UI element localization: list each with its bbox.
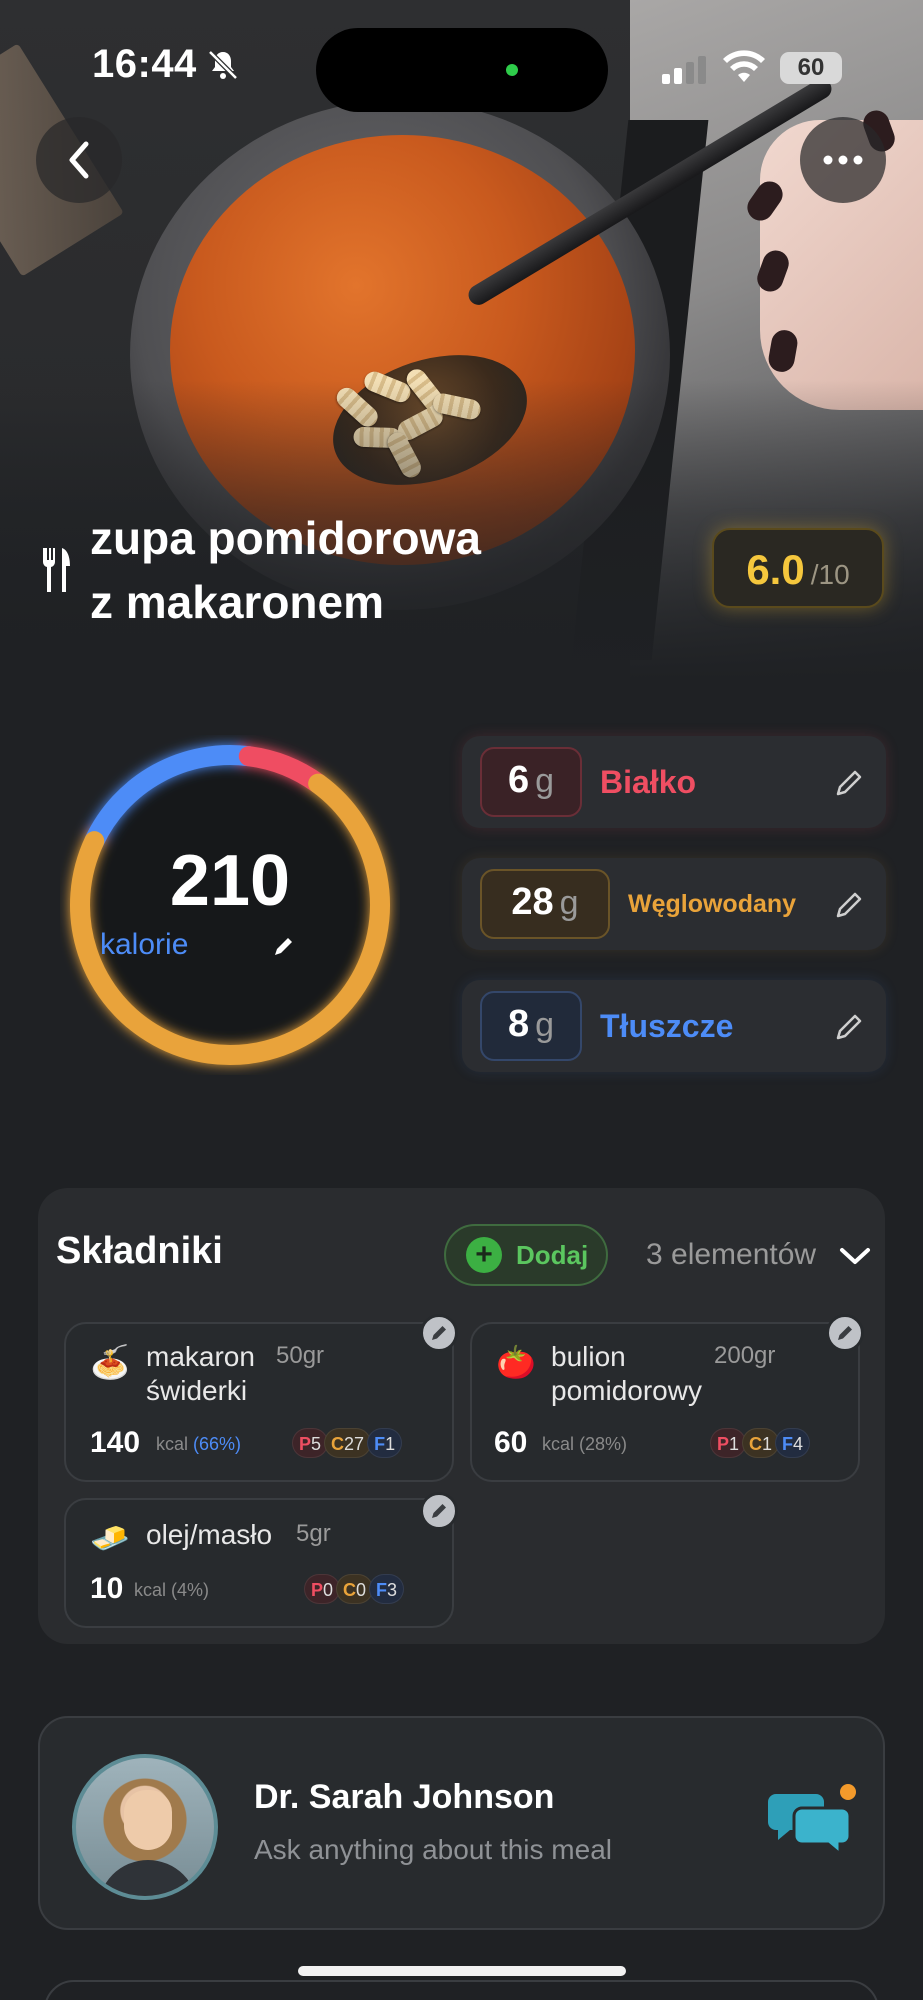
edit-ingredient-button[interactable] <box>420 1492 458 1530</box>
carbs-chip: C27 <box>324 1428 372 1458</box>
macro-chips: P0 C0 F3 <box>304 1574 405 1604</box>
kcal-unit-text: kcal <box>134 1580 167 1600</box>
protein-unit: g <box>535 762 555 800</box>
pencil-icon <box>432 1504 446 1518</box>
score-value: 6.0 <box>746 546 805 593</box>
protein-chip: P0 <box>304 1574 341 1604</box>
ingredient-weight: 5gr <box>296 1520 331 1547</box>
edit-protein-pencil-icon[interactable] <box>834 768 864 798</box>
macro-card-fat[interactable]: 8 g Tłuszcze <box>462 980 886 1072</box>
notification-dot <box>840 1784 856 1800</box>
fat-label: Tłuszcze <box>600 1007 734 1044</box>
ingredients-title: Składniki <box>56 1230 223 1272</box>
more-options-button[interactable] <box>800 117 886 203</box>
doctor-name: Dr. Sarah Johnson <box>254 1778 555 1816</box>
dynamic-island <box>316 28 608 112</box>
meal-title-line2: z makaronem <box>90 576 385 628</box>
wifi-icon <box>723 50 765 82</box>
calorie-ring[interactable]: 210 <box>60 735 400 1075</box>
fat-chip: F3 <box>369 1574 405 1604</box>
edit-fat-pencil-icon[interactable] <box>834 1012 864 1042</box>
fat-value: 8 <box>507 1003 530 1045</box>
ingredient-weight: 50gr <box>276 1342 325 1369</box>
ingredient-weight: 200gr <box>714 1342 776 1369</box>
plus-icon: + <box>466 1237 502 1273</box>
kcal-unit-text: kcal <box>156 1434 189 1454</box>
spaghetti-icon: 🍝 <box>90 1343 130 1381</box>
next-section-card <box>44 1980 879 2000</box>
fat-amount-pill: 8 g <box>480 991 582 1061</box>
home-indicator[interactable] <box>298 1966 626 1976</box>
ingredient-name-line1: makaron <box>146 1341 255 1372</box>
macro-card-carbs[interactable]: 28 g Węglowodany <box>462 858 886 950</box>
ingredient-name-line1: olej/masło <box>146 1519 273 1550</box>
ingredient-name-line1: bulion <box>551 1341 626 1372</box>
bell-off-icon <box>208 50 238 80</box>
edit-ingredient-button[interactable] <box>826 1314 864 1352</box>
kcal-unit-text: kcal <box>542 1434 575 1454</box>
fork-knife-icon <box>42 548 70 592</box>
carbs-amount-pill: 28 g <box>480 869 610 939</box>
score-max: /10 <box>810 559 850 590</box>
fat-chip: F1 <box>367 1428 403 1458</box>
protein-chip: P5 <box>292 1428 329 1458</box>
calorie-value: 210 <box>169 841 291 921</box>
camera-indicator-dot <box>506 64 518 76</box>
macro-card-protein[interactable]: 6 g Białko <box>462 736 886 828</box>
macro-chips: P1 C1 F4 <box>710 1428 811 1458</box>
edit-ingredient-button[interactable] <box>420 1314 458 1352</box>
carbs-chip: C0 <box>336 1574 374 1604</box>
ingredient-name-line2: świderki <box>146 1375 248 1406</box>
ingredients-count[interactable]: 3 elementów <box>646 1238 816 1272</box>
ingredient-kcal-unit: kcal (66%) <box>156 1434 241 1455</box>
butter-icon: 🧈 <box>90 1519 130 1557</box>
protein-chip: P1 <box>710 1428 747 1458</box>
pencil-icon <box>838 1326 852 1340</box>
carbs-label: Węglowodany <box>628 889 797 918</box>
carbs-unit: g <box>559 884 579 922</box>
ingredient-kcal: 10 <box>90 1572 124 1605</box>
add-ingredient-label: Dodaj <box>516 1239 589 1270</box>
carbs-value: 28 <box>511 881 554 923</box>
cellular-signal-icon <box>662 56 706 84</box>
pencil-icon <box>432 1326 446 1340</box>
chevron-left-icon <box>69 141 89 179</box>
pencil-icon[interactable] <box>272 936 294 958</box>
fat-unit: g <box>535 1006 555 1044</box>
status-time: 16:44 <box>92 42 197 86</box>
health-score-badge[interactable]: 6.0 /10 <box>712 528 884 608</box>
carbs-chip: C1 <box>742 1428 780 1458</box>
ingredient-name: makaron świderki <box>146 1340 255 1408</box>
ingredient-kcal-unit: kcal (28%) <box>542 1434 627 1455</box>
meal-title-line1: zupa pomidorowa <box>90 512 481 564</box>
protein-label: Białko <box>600 763 697 800</box>
kcal-percent: (4%) <box>171 1580 210 1600</box>
chevron-down-icon[interactable] <box>838 1244 872 1268</box>
calorie-label: kalorie <box>100 928 189 961</box>
kcal-percent: (28%) <box>579 1434 628 1454</box>
protein-value: 6 <box>507 759 530 801</box>
ingredient-kcal: 60 <box>494 1426 528 1459</box>
doctor-avatar <box>72 1754 218 1900</box>
ellipsis-icon <box>823 155 863 165</box>
chat-bubbles-icon[interactable] <box>766 1782 856 1854</box>
meal-title: zupa pomidorowa z makaronem <box>90 506 610 634</box>
fat-chip: F4 <box>775 1428 811 1458</box>
doctor-subtitle: Ask anything about this meal <box>254 1834 612 1865</box>
ingredient-kcal: 140 <box>90 1426 141 1459</box>
edit-carbs-pencil-icon[interactable] <box>834 890 864 920</box>
ingredient-kcal-unit: kcal (4%) <box>134 1580 209 1601</box>
tomato-icon: 🍅 <box>496 1343 536 1381</box>
protein-amount-pill: 6 g <box>480 747 582 817</box>
ingredient-name: olej/masło <box>146 1518 272 1552</box>
kcal-percent: (66%) <box>193 1434 242 1454</box>
ingredient-name: bulion pomidorowy <box>551 1340 702 1408</box>
ingredient-name-line2: pomidorowy <box>551 1375 702 1406</box>
macro-chips: P5 C27 F1 <box>292 1428 403 1458</box>
back-button[interactable] <box>36 117 122 203</box>
battery-level: 60 <box>780 52 842 84</box>
battery-tip <box>843 62 848 74</box>
add-ingredient-button[interactable]: + Dodaj <box>444 1224 608 1286</box>
